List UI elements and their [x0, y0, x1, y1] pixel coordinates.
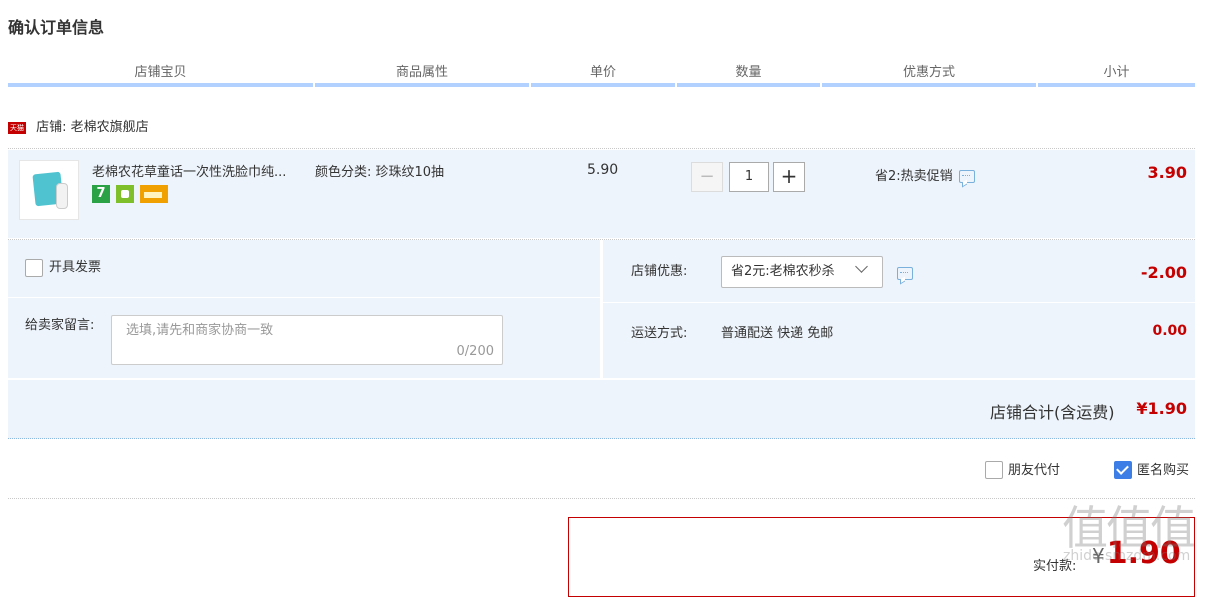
col-underline [822, 83, 1036, 87]
anonymous-purchase-label[interactable]: 匿名购买 [1137, 462, 1189, 480]
invoice-checkbox[interactable] [25, 259, 43, 277]
shop-guarantee-icon[interactable] [116, 185, 135, 203]
shop-total-label: 店铺合计(含运费) [990, 403, 1115, 422]
message-placeholder: 选填,请先和商家协商一致 [126, 323, 274, 338]
shop-row: 天猫 店铺: 老棉农旗舰店 [8, 118, 149, 138]
shop-discount-amount: -2.00 [1140, 263, 1187, 282]
quantity-increase-button[interactable]: + [773, 162, 805, 192]
divider [8, 148, 1195, 149]
anonymous-purchase-checkbox[interactable] [1114, 461, 1132, 479]
col-header-quantity: 数量 [735, 65, 762, 80]
page-title: 确认订单信息 [8, 18, 105, 37]
friend-pay-checkbox[interactable] [985, 461, 1003, 479]
item-attribute: 颜色分类: 珍珠纹10抽 [315, 165, 445, 180]
item-subtotal: 3.90 [1147, 163, 1187, 182]
col-header-subtotal: 小计 [1103, 65, 1130, 80]
order-options-right [603, 240, 1195, 378]
service-badges: 7 [92, 185, 170, 203]
friend-pay-label[interactable]: 朋友代付 [1008, 462, 1060, 480]
col-underline [8, 83, 313, 87]
col-underline [1038, 83, 1195, 87]
col-underline [531, 83, 675, 87]
shop-discount-label: 店铺优惠: [631, 264, 688, 279]
product-thumbnail[interactable] [19, 160, 79, 220]
unit-price: 5.90 [587, 162, 619, 178]
promotion-info: 省2:热卖促销 [875, 165, 975, 184]
shipping-amount: 0.00 [1152, 323, 1187, 339]
seven-day-return-icon[interactable]: 7 [92, 185, 110, 203]
col-header-discount: 优惠方式 [902, 65, 955, 80]
divider [8, 498, 1195, 499]
shop-name-link[interactable]: 店铺: 老棉农旗舰店 [36, 120, 149, 135]
shop-total-amount: ¥1.90 [1136, 399, 1187, 418]
watermark-url: zhide.smzdm.com [1063, 548, 1191, 564]
promotion-label: 省2:热卖促销 [875, 169, 953, 184]
col-header-attributes: 商品属性 [395, 65, 448, 80]
col-underline [315, 83, 529, 87]
tmall-icon: 天猫 [8, 121, 26, 134]
shipping-method: 普通配送 快递 免邮 [721, 326, 834, 341]
divider [8, 297, 600, 298]
col-header-unit-price: 单价 [589, 65, 616, 80]
message-label: 给卖家留言: [25, 318, 95, 333]
credit-card-icon[interactable] [140, 185, 169, 203]
shipping-label: 运送方式: [631, 326, 688, 341]
comment-icon[interactable] [897, 267, 913, 280]
shop-discount-selected: 省2元:老棉农秒杀 [731, 264, 835, 279]
message-char-count: 0/200 [456, 344, 494, 359]
product-image-detail [56, 183, 68, 209]
comment-icon[interactable] [958, 170, 975, 183]
divider [603, 302, 1195, 303]
item-title-link[interactable]: 老棉农花草童话一次性洗脸巾纯... [92, 164, 307, 182]
invoice-label[interactable]: 开具发票 [49, 259, 101, 277]
quantity-decrease-button[interactable]: − [691, 162, 723, 192]
col-underline [677, 83, 820, 87]
quantity-input[interactable]: 1 [729, 162, 769, 192]
col-header-shop-item: 店铺宝贝 [134, 65, 187, 80]
